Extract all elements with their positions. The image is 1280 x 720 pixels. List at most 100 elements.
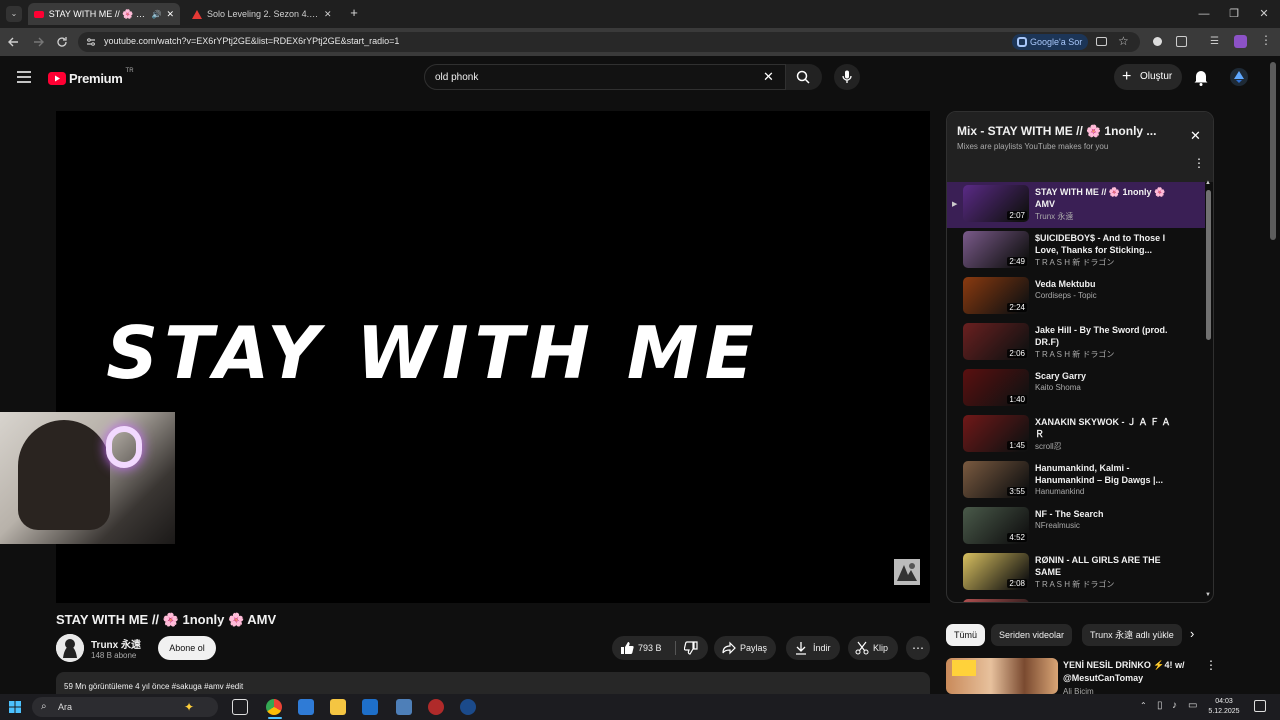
playlist-item-thumbnail[interactable]: [963, 599, 1029, 602]
google-ask-button[interactable]: Google'a Sor: [1012, 34, 1089, 50]
channel-avatar[interactable]: [56, 634, 84, 662]
playlist-item[interactable]: 2:24 Veda Mektubu Cordiseps - Topic: [947, 274, 1205, 320]
chrome-icon[interactable]: [266, 699, 282, 715]
tab-close-icon[interactable]: ✕: [166, 9, 174, 20]
site-info-icon[interactable]: [86, 37, 96, 47]
file-explorer-icon[interactable]: [330, 699, 346, 715]
playlist-item[interactable]: 2:06 Jake Hill - By The Sword (prod. DR.F…: [947, 320, 1205, 366]
page-scrollbar[interactable]: [1270, 62, 1276, 240]
playlist-item-thumbnail[interactable]: 2:06: [963, 323, 1029, 360]
playlist-item-thumbnail[interactable]: 4:52: [963, 507, 1029, 544]
playlist-item-duration: 3:55: [1007, 487, 1027, 496]
pinned-app-icon[interactable]: [428, 699, 444, 715]
create-button[interactable]: + Oluştur: [1114, 64, 1182, 90]
extensions-icon[interactable]: [1176, 36, 1187, 47]
like-dislike-group: 793 B: [612, 636, 708, 660]
tab-close-icon[interactable]: ✕: [324, 9, 332, 20]
search-input[interactable]: old phonk: [435, 72, 478, 83]
chip-series[interactable]: Seriden videolar: [991, 624, 1073, 646]
video-player[interactable]: STAY WITH ME: [56, 111, 930, 603]
youtube-logo[interactable]: Premium TR: [48, 68, 134, 87]
steam-icon[interactable]: [460, 699, 476, 715]
playlist-item-thumbnail[interactable]: 3:55: [963, 461, 1029, 498]
minimize-icon[interactable]: —: [1196, 6, 1212, 22]
playlist-more-icon[interactable]: ⋮: [1193, 156, 1205, 170]
mix-playlist-panel: Mix - STAY WITH ME // 🌸 1nonly ... Mixes…: [946, 111, 1214, 603]
playlist-item[interactable]: 4:52 NF - The Search NFrealmusic: [947, 504, 1205, 550]
playlist-item-thumbnail[interactable]: 2:08: [963, 553, 1029, 590]
account-avatar[interactable]: [1230, 68, 1248, 86]
chip-channel-uploads[interactable]: Trunx 永遠 adlı yükle: [1082, 624, 1182, 646]
clear-search-icon[interactable]: ✕: [763, 69, 774, 85]
taskbar-clock[interactable]: 04:03 5.12.2025: [1202, 697, 1246, 717]
playlist-item[interactable]: 2:49 $UICIDEBOY$ - And to Those I Love, T…: [947, 228, 1205, 274]
scroll-down-icon[interactable]: ▼: [1205, 592, 1211, 598]
network-icon[interactable]: ▯: [1157, 700, 1163, 711]
recommendation-title[interactable]: YENİ NESİL DRİNKO ⚡4! w/ @MesutCanTomay: [1063, 659, 1203, 685]
search-box: old phonk ✕: [424, 64, 786, 90]
more-actions-button[interactable]: ⋯: [906, 636, 930, 660]
tab-search-menu-icon[interactable]: ⌄: [6, 6, 22, 22]
chips-next-icon[interactable]: ›: [1190, 626, 1194, 641]
reload-icon[interactable]: [54, 34, 70, 50]
subscribe-button[interactable]: Abone ol: [158, 636, 216, 660]
share-label: Paylaş: [740, 643, 768, 653]
close-playlist-icon[interactable]: ✕: [1190, 128, 1201, 144]
close-window-icon[interactable]: ✕: [1256, 6, 1272, 22]
dislike-button[interactable]: [678, 636, 706, 660]
scroll-up-icon[interactable]: ▲: [1205, 180, 1211, 186]
browser-menu-icon[interactable]: ⋮: [1260, 33, 1272, 47]
back-icon[interactable]: [6, 34, 22, 50]
new-tab-button[interactable]: +: [346, 5, 362, 21]
thumb-badge: [952, 660, 976, 676]
windows-start-icon[interactable]: [9, 701, 21, 713]
playlist-scrollbar[interactable]: [1206, 190, 1211, 340]
playlist-title[interactable]: Mix - STAY WITH ME // 🌸 1nonly ...: [957, 124, 1172, 138]
playlist-item[interactable]: 3:55 Hanumankind, Kalmi - Hanumankind – B…: [947, 458, 1205, 504]
volume-icon[interactable]: ♪: [1172, 700, 1177, 711]
playlist-item[interactable]: ▶ 2:07 STAY WITH ME // 🌸 1nonly 🌸 AMV Trunx…: [947, 182, 1205, 228]
playlist-item[interactable]: 1:45 XANAKIN SKYWOK - Ｊ Ａ Ｆ Ａ Ｒ scroll忍: [947, 412, 1205, 458]
clip-button[interactable]: Klip: [848, 636, 898, 660]
pinned-app-icon[interactable]: [396, 699, 412, 715]
hamburger-menu-icon[interactable]: [17, 71, 31, 83]
playlist-item-thumbnail[interactable]: 2:24: [963, 277, 1029, 314]
like-count: 793 B: [638, 643, 662, 653]
address-bar[interactable]: youtube.com/watch?v=EX6rYPtj2GE&list=RDE…: [78, 32, 1140, 52]
playlist-item-thumbnail[interactable]: 1:45: [963, 415, 1029, 452]
playlist-item[interactable]: 1:40 Scary Garry Kaito Shoma: [947, 366, 1205, 412]
tab-youtube[interactable]: STAY WITH ME // 🌸 1nonly 🔊 ✕: [28, 3, 180, 25]
notifications-bell-icon[interactable]: [1193, 69, 1209, 86]
pinned-app-icon[interactable]: [362, 699, 378, 715]
download-button[interactable]: İndir: [786, 636, 840, 660]
channel-name[interactable]: Trunx 永遠: [91, 636, 141, 651]
recommendation-thumbnail[interactable]: [946, 658, 1058, 694]
taskbar-search[interactable]: ⌕ Ara ✦: [32, 697, 218, 717]
playlist-item-thumbnail[interactable]: 2:49: [963, 231, 1029, 268]
forward-icon[interactable]: [30, 34, 46, 50]
playlist-item[interactable]: ROCK LEE x GAARA //: [947, 596, 1205, 602]
playlist-item-title: $UICIDEBOY$ - And to Those I Love, Thank…: [1035, 233, 1166, 255]
task-view-icon[interactable]: [232, 699, 248, 715]
bookmark-star-icon[interactable]: ☆: [1118, 34, 1129, 48]
playlist-item-thumbnail[interactable]: 1:40: [963, 369, 1029, 406]
like-button[interactable]: 793 B: [612, 636, 674, 660]
reading-list-icon[interactable]: ☰: [1210, 36, 1219, 47]
search-button[interactable]: [786, 64, 822, 90]
profile-dot-icon[interactable]: [1153, 37, 1162, 46]
profile-avatar-icon[interactable]: [1234, 35, 1247, 48]
pinned-app-icon[interactable]: [298, 699, 314, 715]
restore-icon[interactable]: ❐: [1226, 6, 1242, 22]
battery-icon[interactable]: ▭: [1188, 700, 1197, 711]
playlist-item[interactable]: 2:08 RØNIN - ALL GIRLS ARE THE SAME T R A …: [947, 550, 1205, 596]
playlist-item-thumbnail[interactable]: 2:07: [963, 185, 1029, 222]
share-button[interactable]: Paylaş: [714, 636, 776, 660]
recommendation-more-icon[interactable]: ⋮: [1205, 658, 1217, 672]
tab-solo-leveling[interactable]: Solo Leveling 2. Sezon 4. Bölüm ✕: [186, 3, 342, 25]
voice-search-button[interactable]: [834, 64, 860, 90]
cast-icon[interactable]: [1096, 37, 1107, 46]
chip-all[interactable]: Tümü: [946, 624, 986, 646]
notification-center-icon[interactable]: [1254, 700, 1266, 712]
audio-playing-icon[interactable]: 🔊: [151, 10, 161, 19]
tray-overflow-icon[interactable]: ⌃: [1140, 701, 1147, 710]
